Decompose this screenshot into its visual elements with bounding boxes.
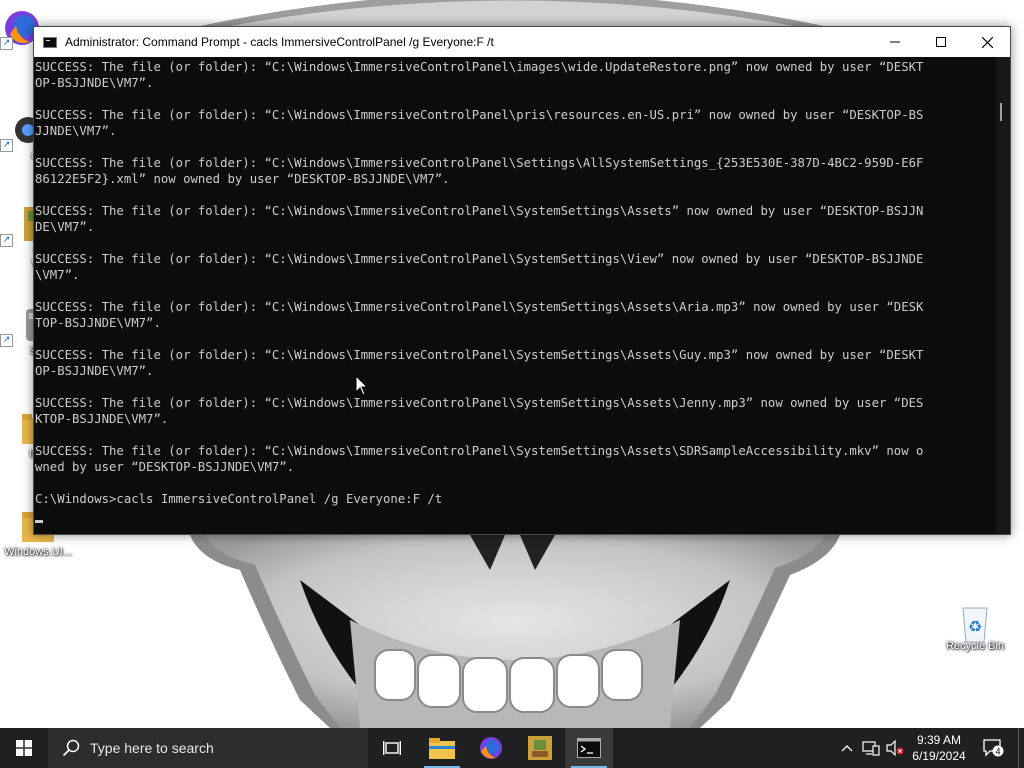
taskbar-chicken-invaders[interactable]	[516, 728, 564, 768]
console-line: SUCCESS: The file (or folder): “C:\Windo…	[35, 348, 924, 362]
notification-icon: 4	[983, 739, 1004, 757]
firefox-icon	[480, 737, 502, 759]
taskbar-firefox[interactable]	[467, 728, 515, 768]
search-placeholder: Type here to search	[90, 740, 214, 756]
desktop-icon-label: Windows.UI...	[4, 546, 72, 558]
scrollbar-thumb[interactable]	[1000, 103, 1002, 121]
show-hidden-icons-button[interactable]	[838, 728, 856, 768]
taskbar-file-explorer[interactable]	[418, 728, 466, 768]
cmd-icon	[43, 36, 57, 48]
file-explorer-icon	[429, 738, 455, 759]
show-desktop-button[interactable]	[1018, 728, 1024, 768]
mouse-cursor-icon	[355, 374, 369, 401]
window-title: Administrator: Command Prompt - cacls Im…	[65, 35, 494, 49]
console-scrollbar[interactable]	[996, 57, 1010, 534]
minimize-icon	[890, 41, 900, 43]
start-button[interactable]	[0, 728, 48, 768]
notifications-button[interactable]: 4	[980, 728, 1006, 768]
task-view-icon	[383, 741, 401, 755]
console-line: C:\Windows>cacls ImmersiveControlPanel /…	[35, 492, 443, 506]
console-line: SUCCESS: The file (or folder): “C:\Windo…	[35, 204, 924, 218]
console-line: wned by user “DESKTOP-BSJJNDE\VM7”.	[35, 460, 295, 474]
taskbar: Type here to search 9:39 AM 6/19/2024 4	[0, 728, 1024, 768]
taskbar-command-prompt[interactable]	[565, 728, 613, 768]
console-line: SUCCESS: The file (or folder): “C:\Windo…	[35, 108, 924, 122]
maximize-icon	[936, 37, 946, 47]
console-line: SUCCESS: The file (or folder): “C:\Windo…	[35, 252, 924, 266]
clock-date: 6/19/2024	[912, 749, 966, 763]
console-cursor-line	[35, 507, 997, 523]
console-line: SUCCESS: The file (or folder): “C:\Windo…	[35, 60, 924, 74]
clock-time: 9:39 AM	[916, 733, 962, 747]
network-button[interactable]	[860, 728, 882, 768]
console-line: KTOP-BSJJNDE\VM7”.	[35, 412, 169, 426]
network-icon	[862, 741, 880, 756]
cmd-icon	[577, 738, 601, 758]
shortcut-arrow-icon: ↗	[0, 234, 13, 247]
console-line: 86122E5F2}.xml” now owned by user “DESKT…	[35, 172, 450, 186]
console-output[interactable]: SUCCESS: The file (or folder): “C:\Windo…	[34, 57, 997, 536]
notification-count: 4	[995, 747, 1000, 757]
shortcut-arrow-icon: ↗	[0, 139, 13, 152]
close-button[interactable]	[964, 27, 1010, 57]
text-cursor	[35, 520, 43, 523]
console-line: SUCCESS: The file (or folder): “C:\Windo…	[35, 156, 924, 170]
chicken-invaders-icon	[528, 736, 552, 760]
console-line: \VM7”.	[35, 268, 80, 282]
search-icon	[62, 739, 80, 757]
console-line: JJNDE\VM7”.	[35, 124, 117, 138]
window-titlebar[interactable]: Administrator: Command Prompt - cacls Im…	[34, 27, 1010, 57]
console-line: TOP-BSJJNDE\VM7”.	[35, 316, 161, 330]
close-icon	[981, 36, 993, 48]
task-view-button[interactable]	[368, 728, 416, 768]
maximize-button[interactable]	[918, 27, 964, 57]
windows-logo-icon	[16, 740, 32, 756]
shortcut-arrow-icon: ↗	[0, 334, 13, 347]
console-line: SUCCESS: The file (or folder): “C:\Windo…	[35, 396, 924, 410]
desktop-icon-recycle-bin[interactable]: ♻ Recycle Bin	[935, 600, 1015, 653]
console-line: OP-BSJJNDE\VM7”.	[35, 76, 154, 90]
minimize-button[interactable]	[872, 27, 918, 57]
console-line: OP-BSJJNDE\VM7”.	[35, 364, 154, 378]
svg-text:♻: ♻	[968, 617, 982, 636]
volume-button[interactable]	[884, 728, 906, 768]
recycle-bin-icon: ♻	[955, 600, 995, 643]
console-line: SUCCESS: The file (or folder): “C:\Windo…	[35, 300, 924, 314]
taskbar-clock[interactable]: 9:39 AM 6/19/2024	[906, 728, 972, 768]
shortcut-arrow-icon: ↗	[0, 37, 13, 50]
console-line: SUCCESS: The file (or folder): “C:\Windo…	[35, 444, 924, 458]
taskbar-search-box[interactable]: Type here to search	[48, 728, 368, 768]
volume-muted-icon	[886, 740, 904, 756]
console-line: DE\VM7”.	[35, 220, 95, 234]
chevron-up-icon	[841, 745, 853, 752]
command-prompt-window[interactable]: Administrator: Command Prompt - cacls Im…	[33, 26, 1011, 535]
